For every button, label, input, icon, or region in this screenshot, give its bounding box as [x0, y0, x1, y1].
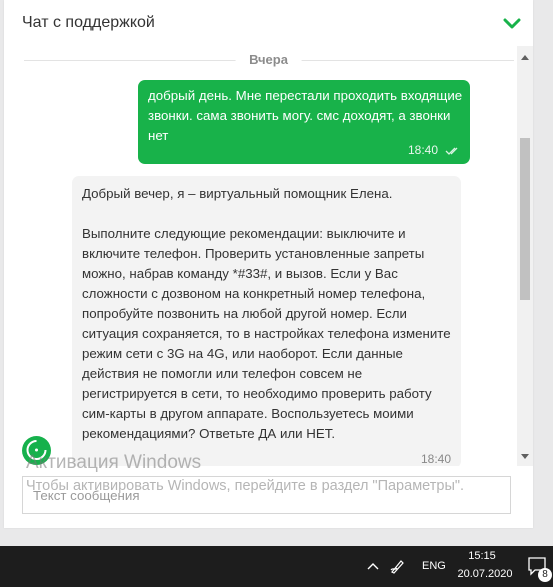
pen-ink-icon[interactable]: [389, 557, 407, 575]
incoming-message: Добрый вечер, я – виртуальный помощник Е…: [72, 176, 461, 466]
chevron-down-icon[interactable]: [501, 12, 523, 34]
show-hidden-icons-chevron-icon[interactable]: [367, 562, 379, 570]
scroll-thumb[interactable]: [520, 138, 530, 300]
incoming-message-text: Добрый вечер, я – виртуальный помощник Е…: [82, 186, 451, 441]
scroll-down-arrow-icon[interactable]: [521, 454, 529, 460]
message-list: Вчера добрый день. Мне перестали проходи…: [4, 46, 533, 466]
incoming-message-time: 18:40: [420, 452, 451, 466]
notification-count-badge: 8: [538, 568, 552, 582]
double-check-icon: [445, 147, 458, 155]
message-input-area: [4, 466, 533, 528]
windows-taskbar: ENG 15:15 20.07.2020 8: [0, 546, 553, 587]
outgoing-message-text: добрый день. Мне перестали проходить вхо…: [148, 88, 463, 143]
outgoing-message: добрый день. Мне перестали проходить вхо…: [138, 80, 470, 164]
date-separator-label: Вчера: [235, 52, 302, 67]
clock-date[interactable]: 20.07.2020: [457, 568, 513, 580]
outgoing-message-time: 18:40: [407, 143, 438, 157]
activation-watermark-subtitle: Чтобы активировать Windows, перейдите в …: [26, 478, 465, 494]
chat-header[interactable]: Чат с поддержкой: [4, 0, 533, 46]
clock-time[interactable]: 15:15: [467, 550, 497, 562]
support-chat-window: Чат с поддержкой Вчера добрый день. Мне …: [4, 0, 533, 528]
message-scrollbar[interactable]: [517, 46, 533, 466]
input-language-indicator[interactable]: ENG: [422, 560, 446, 572]
chat-title: Чат с поддержкой: [22, 14, 155, 31]
activation-watermark-title: Активация Windows: [26, 452, 202, 473]
scroll-up-arrow-icon[interactable]: [521, 54, 529, 60]
